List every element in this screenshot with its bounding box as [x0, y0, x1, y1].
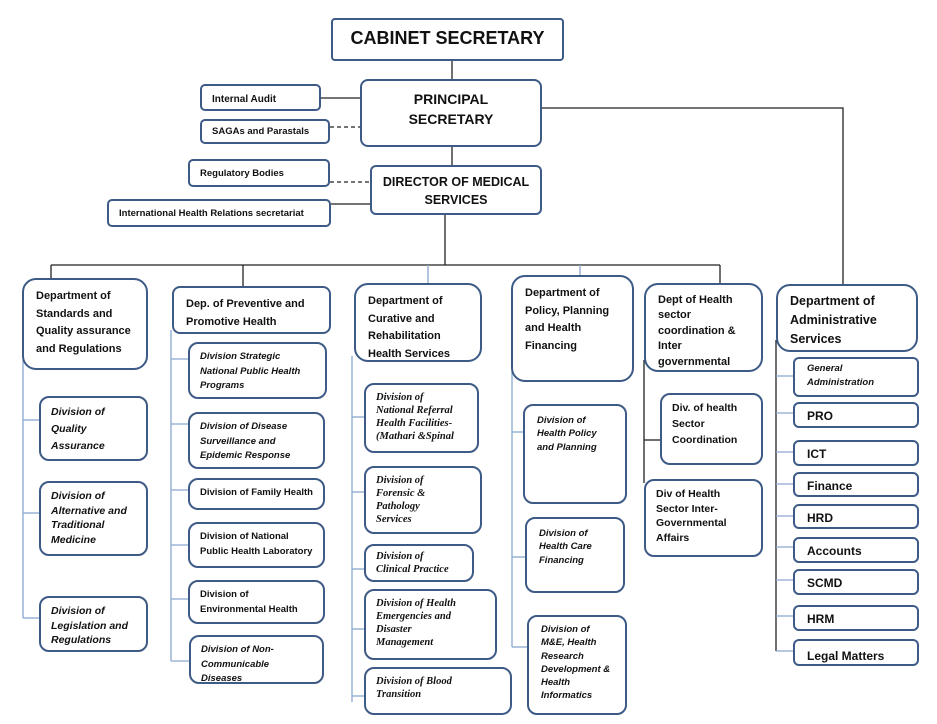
division-me-research-informatics: Division of M&E, Health Research Develop…	[527, 615, 627, 715]
cabinet-secretary-box: CABINET SECRETARY	[331, 18, 564, 61]
unit-hrm: HRM	[793, 605, 919, 631]
unit-accounts: Accounts	[793, 537, 919, 563]
division-environmental-health: Division of Environmental Health	[188, 580, 325, 624]
division-health-policy-planning: Division of Health Policy and Planning	[523, 404, 627, 504]
dept-administrative-services: Department of Administrative Services	[776, 284, 918, 352]
internal-audit-box: Internal Audit	[200, 84, 321, 111]
division-quality-assurance: Division of Quality Assurance	[39, 396, 148, 461]
division-intergovernmental-affairs: Div of Health Sector Inter- Governmental…	[644, 479, 763, 557]
division-health-emergencies: Division of Health Emergencies and Disas…	[364, 589, 497, 660]
division-health-sector-coordination: Div. of health Sector Coordination	[660, 393, 763, 465]
dept-policy-planning: Department of Policy, Planning and Healt…	[511, 275, 634, 382]
dept-standards-quality: Department of Standards and Quality assu…	[22, 278, 148, 370]
division-family-health: Division of Family Health	[188, 478, 325, 510]
division-legislation-regulations: Division of Legislation and Regulations	[39, 596, 148, 652]
unit-legal-matters: Legal Matters	[793, 639, 919, 666]
unit-finance: Finance	[793, 472, 919, 497]
unit-general-administration: General Administration	[793, 357, 919, 397]
regulatory-bodies-box: Regulatory Bodies	[188, 159, 330, 187]
principal-secretary-box: PRINCIPAL SECRETARY	[360, 79, 542, 147]
dept-health-sector-coordination: Dept of Health sector coordination & Int…	[644, 283, 763, 372]
sagas-box: SAGAs and Parastals	[200, 119, 330, 144]
division-clinical-practice: Division of Clinical Practice	[364, 544, 474, 582]
division-blood-transition: Division of Blood Transition	[364, 667, 512, 715]
division-strategic-public-health: Division Strategic National Public Healt…	[188, 342, 327, 399]
connector	[542, 107, 844, 285]
unit-scmd: SCMD	[793, 569, 919, 595]
division-alternative-traditional-medicine: Division of Alternative and Traditional …	[39, 481, 148, 556]
unit-hrd: HRD	[793, 504, 919, 529]
international-health-relations-box: International Health Relations secretari…	[107, 199, 331, 227]
dept-preventive-promotive: Dep. of Preventive and Promotive Health	[172, 286, 331, 334]
division-disease-surveillance: Division of Disease Surveillance and Epi…	[188, 412, 325, 469]
org-chart: CABINET SECRETARY PRINCIPAL SECRETARY In…	[0, 0, 937, 724]
division-national-referral-facilities: Division of National Referral Health Fac…	[364, 383, 479, 453]
dept-curative-rehabilitation: Department of Curative and Rehabilitatio…	[354, 283, 482, 362]
division-health-care-financing: Division of Health Care Financing	[525, 517, 625, 593]
director-medical-services-box: DIRECTOR OF MEDICAL SERVICES	[370, 165, 542, 215]
division-public-health-laboratory: Division of National Public Health Labor…	[188, 522, 325, 568]
division-non-communicable-diseases: Division of Non- Communicable Diseases	[189, 635, 324, 684]
unit-pro: PRO	[793, 402, 919, 428]
unit-ict: ICT	[793, 440, 919, 466]
division-forensic-pathology: Division of Forensic & Pathology Service…	[364, 466, 482, 534]
